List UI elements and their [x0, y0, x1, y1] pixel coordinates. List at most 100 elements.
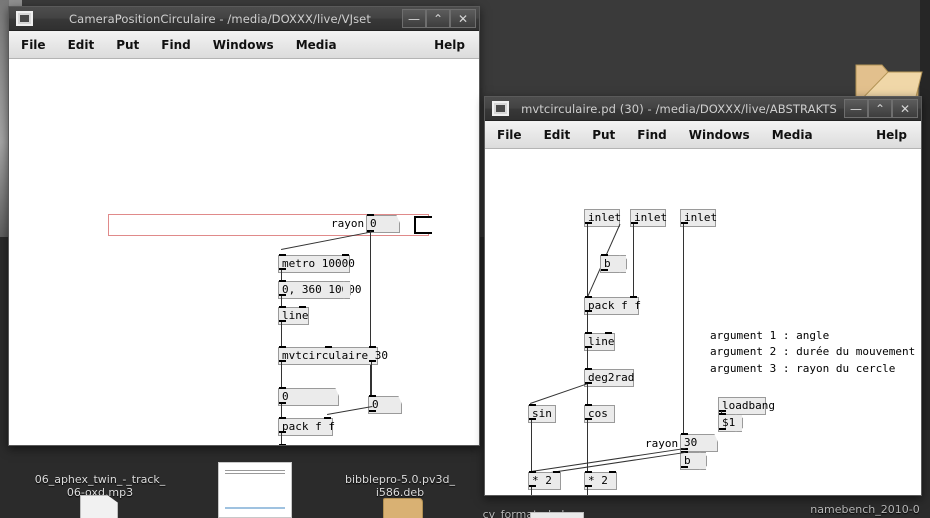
menu-find[interactable]: Find	[161, 38, 190, 52]
inlet-nub	[609, 471, 616, 473]
menu-edit[interactable]: Edit	[68, 38, 95, 52]
document-thumbnail-rule	[225, 507, 285, 509]
comment-argument-1: argument 1 : angle	[710, 329, 830, 342]
inlet-nub	[369, 346, 376, 348]
patch-cord	[327, 406, 373, 415]
inlet-nub	[279, 387, 286, 389]
desktop-icon-deb[interactable]: bibblepro-5.0.pv3d_ i586.deb	[330, 460, 470, 499]
object-cos[interactable]: cos	[584, 405, 615, 423]
document-thumbnail-lines	[225, 470, 285, 474]
inlet-nub	[279, 417, 286, 419]
menu-edit[interactable]: Edit	[544, 128, 571, 142]
maximize-button[interactable]: ⌃	[868, 99, 892, 118]
inlet-nub	[553, 471, 560, 473]
object-mvtcirculaire[interactable]: mvtcirculaire 30	[278, 347, 388, 365]
minimize-button[interactable]: —	[402, 9, 426, 28]
close-button[interactable]: ✕	[892, 99, 918, 118]
object-line[interactable]: line	[278, 307, 309, 325]
window-menu-icon[interactable]	[492, 101, 509, 116]
inlet-nub	[279, 444, 286, 445]
close-button[interactable]: ✕	[450, 9, 476, 28]
inlet-nub	[681, 433, 688, 435]
desktop-icon-mp3[interactable]: 06_aphex_twin_-_track_ 06-oxd.mp3	[30, 460, 170, 499]
package-icon[interactable]	[383, 498, 423, 518]
minimize-button[interactable]: —	[844, 99, 868, 118]
menu-file[interactable]: File	[21, 38, 46, 52]
titlebar-right-window[interactable]: mvtcirculaire.pd (30) - /media/DOXXX/liv…	[485, 97, 921, 121]
object-pack[interactable]: pack f f	[278, 418, 335, 436]
inlet-nub	[324, 417, 331, 419]
comment-rayon: rayon	[645, 437, 679, 450]
object-pack[interactable]: pack f f	[584, 297, 641, 315]
menu-find[interactable]: Find	[637, 128, 666, 142]
inlet-nub	[325, 346, 332, 348]
object-inlet-3[interactable]: inlet	[680, 209, 717, 227]
inlet-nub	[630, 296, 637, 298]
patch-cord	[281, 404, 282, 418]
menu-windows[interactable]: Windows	[689, 128, 750, 142]
menu-media[interactable]: Media	[296, 38, 337, 52]
comment-argument-3: argument 3 : rayon du cercle	[710, 362, 896, 375]
patch-cord	[633, 224, 634, 297]
object-multiply-left[interactable]: * 2	[528, 472, 561, 490]
window-controls[interactable]: — ⌃ ✕	[844, 99, 918, 118]
menu-help[interactable]: Help	[876, 128, 907, 142]
menu-put[interactable]: Put	[116, 38, 139, 52]
inlet-nub	[529, 404, 536, 406]
inlet-nub	[585, 471, 592, 473]
menu-help[interactable]: Help	[434, 38, 465, 52]
patch-cord	[587, 487, 588, 495]
comment-argument-2: argument 2 : durée du mouvement	[710, 345, 916, 358]
inlet-nub	[605, 332, 612, 334]
object-deg2rad[interactable]: deg2rad	[584, 369, 634, 387]
comment-rayon: rayon	[331, 217, 365, 230]
object-inlet-2[interactable]: inlet	[630, 209, 667, 227]
patch-cord	[371, 362, 372, 396]
patch-cord	[587, 312, 588, 333]
inlet-nub	[585, 296, 592, 298]
object-line[interactable]: line	[584, 333, 615, 351]
menubar-right-window[interactable]: File Edit Put Find Windows Media Help	[485, 121, 921, 149]
patch-cord	[587, 348, 588, 369]
menu-media[interactable]: Media	[772, 128, 813, 142]
maximize-button[interactable]: ⌃	[426, 9, 450, 28]
titlebar-left-window[interactable]: CameraPositionCirculaire - /media/DOXXX/…	[9, 7, 479, 31]
window-camerapositioncirculaire[interactable]: CameraPositionCirculaire - /media/DOXXX/…	[8, 6, 480, 446]
inlet-nub	[585, 404, 592, 406]
desktop: 06_aphex_twin_-_track_ 06-oxd.mp3 bibble…	[0, 0, 930, 518]
object-sin[interactable]: sin	[528, 405, 556, 423]
inlet-nub	[279, 254, 286, 256]
patch-cord	[587, 384, 588, 405]
patch-canvas-left[interactable]: rayon 0 metro 10000 0, 360 10000 line mv…	[9, 59, 479, 445]
inlet-nub	[369, 395, 376, 397]
inlet-nub	[279, 346, 286, 348]
document-thumbnail-icon[interactable]	[218, 462, 292, 518]
inlet-nub	[719, 413, 726, 415]
menubar-left-window[interactable]: File Edit Put Find Windows Media Help	[9, 31, 479, 59]
object-multiply-right[interactable]: * 2	[584, 472, 617, 490]
desktop-icon-label: bibblepro-5.0.pv3d_ i586.deb	[345, 473, 455, 499]
patch-cord	[281, 322, 282, 347]
abiword-file-icon[interactable]	[530, 512, 584, 518]
inlet-nub	[601, 254, 608, 256]
inlet-nub	[342, 254, 349, 256]
object-metro[interactable]: metro 10000	[278, 255, 355, 273]
menu-put[interactable]: Put	[592, 128, 615, 142]
patch-cord	[531, 447, 686, 472]
patch-canvas-right[interactable]: inlet inlet inlet b pack f f line deg2ra…	[485, 149, 921, 495]
menu-file[interactable]: File	[497, 128, 522, 142]
inlet-nub	[529, 471, 536, 473]
message-line-ramp[interactable]: 0, 360 10000	[278, 281, 361, 299]
empty-object-box[interactable]	[414, 216, 432, 234]
inlet-nub	[279, 306, 286, 308]
menu-windows[interactable]: Windows	[213, 38, 274, 52]
patch-cord	[531, 487, 532, 495]
patch-cord	[683, 224, 684, 439]
object-inlet-1[interactable]: inlet	[584, 209, 621, 227]
number-box-a[interactable]: 0	[278, 388, 333, 406]
inlet-nub	[279, 280, 286, 282]
window-mvtcirculaire[interactable]: mvtcirculaire.pd (30) - /media/DOXXX/liv…	[484, 96, 922, 496]
window-controls[interactable]: — ⌃ ✕	[402, 9, 476, 28]
inlet-nub	[585, 332, 592, 334]
window-menu-icon[interactable]	[16, 11, 33, 26]
